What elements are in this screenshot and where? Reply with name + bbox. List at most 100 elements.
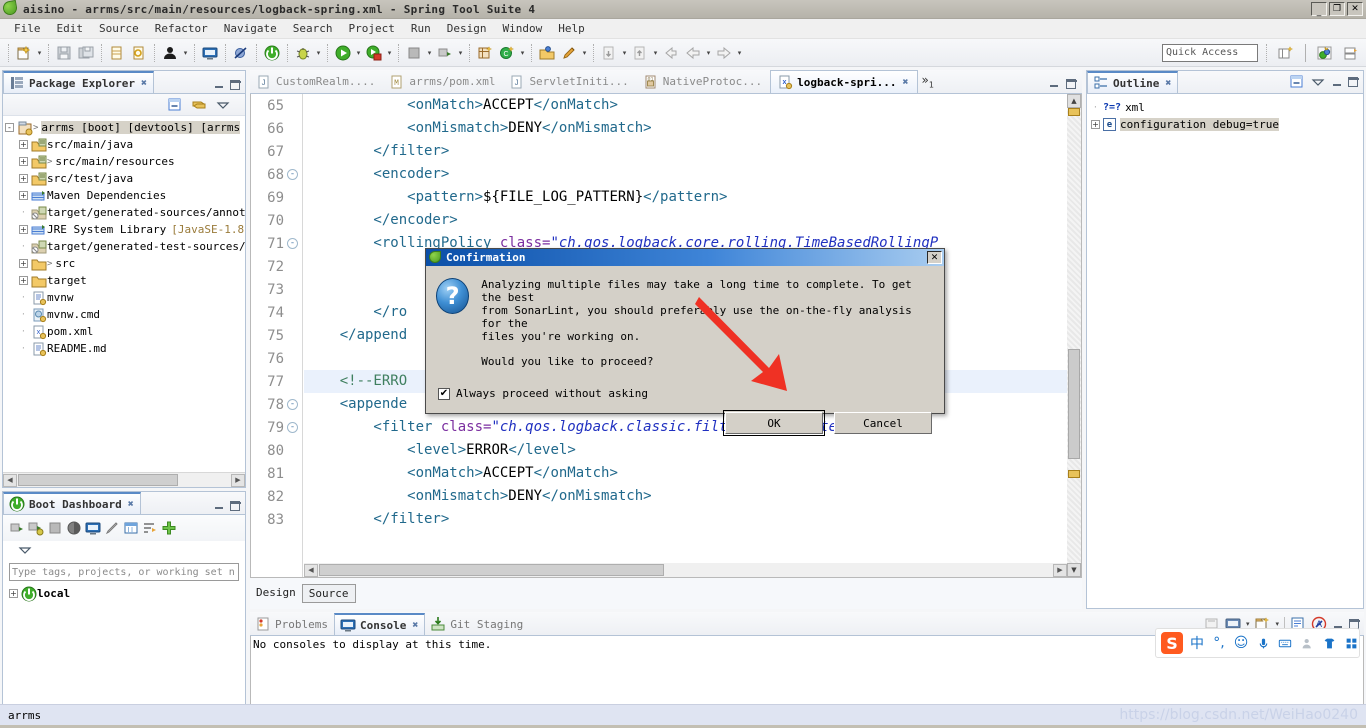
ok-button[interactable]: OK (723, 410, 825, 436)
package-explorer-hscrollbar[interactable]: ◀ ▶ (3, 472, 245, 487)
code-line[interactable]: <onMatch>ACCEPT</onMatch> (304, 462, 1067, 485)
outline-tree[interactable]: · ?=? xml + e configuration debug=true (1087, 94, 1363, 133)
search-dropdown-icon[interactable]: ▾ (580, 42, 589, 64)
tree-item-src-test-java[interactable]: + src/test/java (5, 170, 245, 187)
list-item[interactable]: + local (9, 585, 245, 602)
boot-dashboard-tree[interactable]: + local (3, 581, 245, 602)
tab-console[interactable]: Console ✖ (333, 613, 426, 635)
code-line[interactable]: </filter> (304, 140, 1067, 163)
scroll-left-icon[interactable]: ◀ (304, 563, 318, 577)
display-console-dropdown-icon[interactable]: ▾ (1246, 620, 1250, 628)
debug-icon[interactable] (292, 42, 314, 64)
ime-punctuation-icon[interactable]: °, (1211, 635, 1227, 651)
search-icon[interactable] (558, 42, 580, 64)
view-menu-icon[interactable] (17, 542, 33, 558)
close-icon[interactable]: ✖ (902, 77, 908, 88)
new-class-icon[interactable]: C (496, 42, 518, 64)
sogou-logo-icon[interactable]: S (1161, 632, 1183, 654)
terminate-icon[interactable] (403, 42, 425, 64)
ime-keyboard-icon[interactable] (1277, 637, 1293, 650)
close-icon[interactable]: ✖ (412, 620, 418, 631)
collapse-all-icon[interactable] (167, 97, 183, 113)
view-menu-icon[interactable] (1310, 74, 1326, 90)
debug-dropdown-icon[interactable]: ▾ (314, 42, 323, 64)
forward-dropdown-icon[interactable]: ▾ (735, 42, 744, 64)
tree-item-mvnw[interactable]: · mvnw (5, 289, 245, 306)
collapse-all-icon[interactable] (1289, 74, 1305, 90)
maximize-view-icon[interactable] (1348, 77, 1359, 87)
fold-toggle-icon[interactable]: - (287, 399, 298, 410)
code-line[interactable]: <pattern>${FILE_LOG_PATTERN}</pattern> (304, 186, 1067, 209)
tree-item-src[interactable]: + > src (5, 255, 245, 272)
user-icon[interactable] (159, 42, 181, 64)
close-button[interactable]: ✕ (1347, 2, 1363, 16)
editor-hscrollbar[interactable]: ◀ ▶ (304, 563, 1067, 577)
editor-tab-nativeprotoc[interactable]: 01 NativeProtoc... (637, 70, 770, 93)
next-annotation-icon[interactable] (598, 42, 620, 64)
new-wizard-icon[interactable] (13, 42, 35, 64)
hscroll-thumb[interactable] (18, 474, 178, 486)
scroll-down-icon[interactable]: ▼ (1067, 563, 1081, 577)
run-coverage-icon[interactable] (363, 42, 385, 64)
tree-item-src-main-java[interactable]: + src/main/java (5, 136, 245, 153)
minimize-view-icon[interactable] (213, 500, 225, 511)
expand-toggle-icon[interactable]: + (19, 276, 28, 285)
prev-annotation-icon[interactable] (629, 42, 651, 64)
tab-boot-dashboard[interactable]: Boot Dashboard ✖ (3, 492, 141, 514)
tree-item-readme-md[interactable]: · README.md (5, 340, 245, 357)
dialog-close-button[interactable]: ✕ (927, 251, 942, 264)
external-tools-icon[interactable] (434, 42, 456, 64)
menu-window[interactable]: Window (494, 20, 550, 37)
maximize-view-icon[interactable] (230, 79, 241, 90)
minimize-view-icon[interactable] (1331, 77, 1343, 88)
menu-project[interactable]: Project (340, 20, 402, 37)
list-item[interactable]: · ?=? xml (1091, 99, 1363, 116)
tab-design[interactable]: Design (250, 584, 302, 601)
tree-item-target[interactable]: + target (5, 272, 245, 289)
restore-button[interactable]: ❐ (1329, 2, 1345, 16)
tab-package-explorer[interactable]: Package Explorer ✖ (3, 71, 154, 93)
boot-dashboard-filter-input[interactable]: Type tags, projects, or working set n (9, 563, 239, 581)
expand-toggle-icon[interactable]: + (19, 225, 28, 234)
next-annotation-dropdown-icon[interactable]: ▾ (620, 42, 629, 64)
external-tools-dropdown-icon[interactable]: ▾ (456, 42, 465, 64)
tree-item-maven-dependencies[interactable]: + Maven Dependencies (5, 187, 245, 204)
expand-toggle-icon[interactable]: + (19, 259, 28, 268)
back-dropdown-icon[interactable]: ▾ (704, 42, 713, 64)
open-console-icon[interactable] (85, 520, 101, 536)
save-all-icon[interactable] (75, 42, 97, 64)
boot-perspective-icon[interactable] (1314, 42, 1336, 64)
fold-toggle-icon[interactable]: - (287, 238, 298, 249)
link-icon[interactable] (128, 42, 150, 64)
expand-toggle-icon[interactable]: + (9, 589, 18, 598)
add-icon[interactable] (161, 520, 177, 536)
code-line[interactable]: <encoder> (304, 163, 1067, 186)
annotation-marker-warning-2[interactable] (1068, 470, 1080, 478)
editor-tab-arrms-pom-xml[interactable]: Marrms/pom.xml (383, 70, 503, 93)
forward-icon[interactable] (713, 42, 735, 64)
edit-config-icon[interactable] (104, 520, 120, 536)
ime-account-icon[interactable] (1299, 637, 1315, 650)
tree-item-jre-system-library[interactable]: + JRE System Library [JavaSE-1.8] (5, 221, 245, 238)
ime-emoji-icon[interactable]: ☺ (1233, 635, 1249, 651)
close-icon[interactable]: ✖ (141, 78, 147, 89)
tree-item-src-main-resources[interactable]: + > src/main/resources (5, 153, 245, 170)
run-dropdown-icon[interactable]: ▾ (354, 42, 363, 64)
tab-problems[interactable]: Problems (250, 613, 334, 635)
menu-refactor[interactable]: Refactor (147, 20, 216, 37)
tab-git-staging[interactable]: Git Staging (425, 613, 529, 635)
user-dropdown-icon[interactable]: ▾ (181, 42, 190, 64)
minimize-view-icon[interactable] (1048, 78, 1060, 89)
last-edit-location-icon[interactable] (660, 42, 682, 64)
stop-icon[interactable] (47, 520, 63, 536)
menu-navigate[interactable]: Navigate (216, 20, 285, 37)
menu-run[interactable]: Run (403, 20, 439, 37)
new-java-project-icon[interactable] (474, 42, 496, 64)
always-proceed-checkbox[interactable]: ✔ (438, 387, 450, 400)
menu-source[interactable]: Source (91, 20, 147, 37)
back-icon[interactable] (682, 42, 704, 64)
tree-item-arrms-boot-devtools-arrms[interactable]: - > arrms [boot] [devtools] [arrms (5, 119, 245, 136)
tree-item-mvnw-cmd[interactable]: · mvnw.cmd (5, 306, 245, 323)
fold-toggle-icon[interactable]: - (287, 169, 298, 180)
editor-tab-customrealm[interactable]: J CustomRealm.... (250, 70, 383, 93)
